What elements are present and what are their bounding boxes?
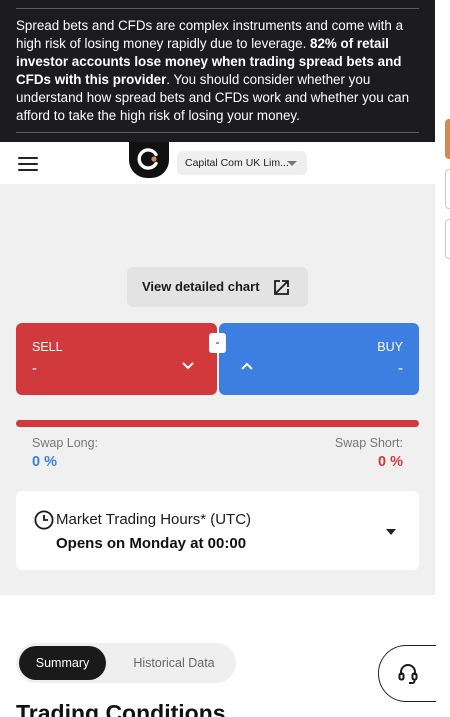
spread-value: -	[209, 333, 226, 353]
buy-button[interactable]: BUY -	[219, 323, 419, 395]
tab-historical-data[interactable]: Historical Data	[118, 646, 230, 680]
swap-long-value: 0 %	[32, 454, 57, 470]
sell-price: -	[32, 360, 37, 377]
capital-com-logo[interactable]	[129, 142, 169, 178]
top-header: Capital Com UK Lim...	[0, 142, 435, 184]
sell-button[interactable]: SELL -	[16, 323, 217, 395]
risk-warning-banner: Spread bets and CFDs are complex instrum…	[0, 0, 435, 142]
swap-long-label: Swap Long:	[32, 436, 99, 450]
menu-icon[interactable]	[18, 157, 38, 171]
clock-icon	[34, 510, 54, 530]
sentiment-bar	[16, 420, 419, 427]
support-chat-button[interactable]	[378, 645, 436, 702]
section-title: Trading Conditions	[16, 700, 226, 717]
side-widget-tab[interactable]	[445, 219, 450, 259]
entity-selector-label: Capital Com UK Lim...	[185, 157, 289, 169]
headset-icon	[398, 664, 418, 684]
banner-divider-top	[16, 8, 419, 9]
market-hours-status: Opens on Monday at 00:00	[56, 535, 247, 552]
instrument-panel: View detailed chart SELL - BUY - - Swap …	[0, 184, 435, 595]
view-detailed-chart-button[interactable]: View detailed chart	[127, 267, 308, 307]
view-detailed-chart-label: View detailed chart	[142, 279, 260, 294]
sell-label: SELL	[32, 340, 63, 354]
expand-icon	[274, 280, 289, 295]
content-tabs: Summary Historical Data	[16, 643, 236, 683]
market-hours-dropdown[interactable]: Market Trading Hours* (UTC) Opens on Mon…	[16, 491, 419, 570]
side-widget-tab[interactable]	[445, 119, 450, 159]
chevron-down-icon	[182, 362, 194, 370]
buy-price: -	[398, 360, 403, 377]
market-hours-title: Market Trading Hours* (UTC)	[56, 511, 252, 528]
entity-selector[interactable]: Capital Com UK Lim...	[177, 151, 307, 175]
banner-divider-bottom	[16, 132, 419, 133]
side-widget-tab[interactable]	[445, 169, 450, 209]
chevron-up-icon	[241, 362, 253, 370]
tab-summary[interactable]: Summary	[19, 646, 106, 680]
swap-short-label: Swap Short:	[334, 436, 403, 450]
chevron-down-icon	[386, 529, 396, 535]
buy-label: BUY	[377, 340, 403, 354]
chevron-down-icon	[287, 161, 297, 166]
risk-warning-text: Spread bets and CFDs are complex instrum…	[16, 18, 410, 123]
swap-short-value: 0 %	[378, 454, 403, 470]
